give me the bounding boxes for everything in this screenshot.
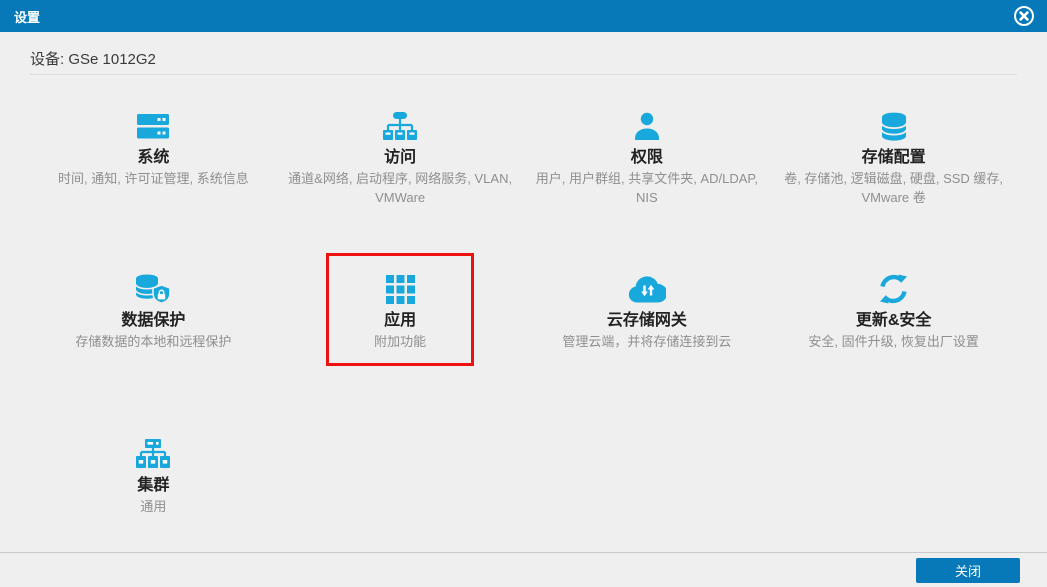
- tile-title[interactable]: 系统: [137, 147, 169, 168]
- tile-box: 云存储网关 管理云端，并将存储连接到云: [555, 253, 738, 366]
- tile-box: 数据保护 存储数据的本地和远程保护: [68, 253, 238, 366]
- tile-description: 存储数据的本地和远程保护: [75, 332, 231, 351]
- server-icon: [136, 111, 170, 141]
- user-icon: [633, 111, 661, 141]
- tile-system[interactable]: 系统 时间, 通知, 许可证管理, 系统信息: [30, 75, 277, 228]
- tile-access[interactable]: 访问 通道&网络, 启动程序, 网络服务, VLAN, VMWare: [277, 75, 524, 228]
- dialog-footer: 关闭: [0, 552, 1047, 587]
- tile-title[interactable]: 存储配置: [862, 147, 926, 168]
- tile-cloud-gateway[interactable]: 云存储网关 管理云端，并将存储连接到云: [524, 228, 771, 404]
- device-header: 设备: GSe 1012G2: [0, 32, 1047, 74]
- tile-title[interactable]: 集群: [137, 475, 169, 496]
- close-button[interactable]: 关闭: [916, 558, 1020, 583]
- tile-title[interactable]: 数据保护: [121, 310, 185, 331]
- dialog-title: 设置: [14, 7, 1013, 26]
- dialog-titlebar: 设置: [0, 0, 1047, 32]
- tile-applications[interactable]: 应用 附加功能: [277, 228, 524, 404]
- tile-box: 应用 附加功能: [326, 253, 474, 366]
- tile-cluster[interactable]: 集群 通用: [30, 404, 277, 552]
- network-icon: [382, 111, 418, 141]
- device-name-label: 设备: GSe 1012G2: [30, 51, 156, 68]
- tile-description: 时间, 通知, 许可证管理, 系统信息: [58, 169, 249, 188]
- cluster-icon: [135, 439, 171, 469]
- settings-dialog: 设置 设备: GSe 1012G2 系统 时间, 通知, 许可证管理, 系统信息…: [0, 0, 1047, 587]
- tile-title[interactable]: 访问: [384, 147, 416, 168]
- tile-description: 通道&网络, 启动程序, 网络服务, VLAN, VMWare: [284, 169, 517, 207]
- settings-grid: 系统 时间, 通知, 许可证管理, 系统信息 访问 通道&网络, 启动程序, 网…: [30, 75, 1017, 552]
- tile-description: 通用: [140, 497, 166, 516]
- tile-description: 管理云端，并将存储连接到云: [562, 332, 731, 351]
- tile-title[interactable]: 应用: [384, 310, 416, 331]
- app-grid-icon: [386, 274, 415, 304]
- tile-privilege[interactable]: 权限 用户, 用户群组, 共享文件夹, AD/LDAP, NIS: [524, 75, 771, 228]
- tile-title[interactable]: 云存储网关: [607, 310, 687, 331]
- tile-storage-config[interactable]: 存储配置 卷, 存储池, 逻辑磁盘, 硬盘, SSD 缓存, VMware 卷: [770, 75, 1017, 228]
- circle-x-icon[interactable]: [1013, 5, 1035, 27]
- tile-description: 用户, 用户群组, 共享文件夹, AD/LDAP, NIS: [531, 169, 764, 207]
- tile-box: 集群 通用: [79, 418, 227, 531]
- tile-box: 访问 通道&网络, 启动程序, 网络服务, VLAN, VMWare: [277, 90, 524, 222]
- database-icon: [881, 111, 907, 141]
- tile-box: 更新&安全 安全, 固件升级, 恢复出厂设置: [801, 253, 985, 366]
- tile-title[interactable]: 更新&安全: [856, 310, 932, 331]
- database-shield-icon: [135, 274, 171, 304]
- tile-title[interactable]: 权限: [631, 147, 663, 168]
- tile-box: 系统 时间, 通知, 许可证管理, 系统信息: [51, 90, 256, 203]
- tile-description: 安全, 固件升级, 恢复出厂设置: [808, 332, 978, 351]
- sync-icon: [878, 274, 909, 304]
- tile-box: 存储配置 卷, 存储池, 逻辑磁盘, 硬盘, SSD 缓存, VMware 卷: [770, 90, 1017, 222]
- cloud-sync-icon: [628, 274, 666, 304]
- tile-description: 附加功能: [374, 332, 426, 351]
- tile-data-protection[interactable]: 数据保护 存储数据的本地和远程保护: [30, 228, 277, 404]
- tile-description: 卷, 存储池, 逻辑磁盘, 硬盘, SSD 缓存, VMware 卷: [777, 169, 1010, 207]
- tile-box: 权限 用户, 用户群组, 共享文件夹, AD/LDAP, NIS: [524, 90, 771, 222]
- tile-update-security[interactable]: 更新&安全 安全, 固件升级, 恢复出厂设置: [770, 228, 1017, 404]
